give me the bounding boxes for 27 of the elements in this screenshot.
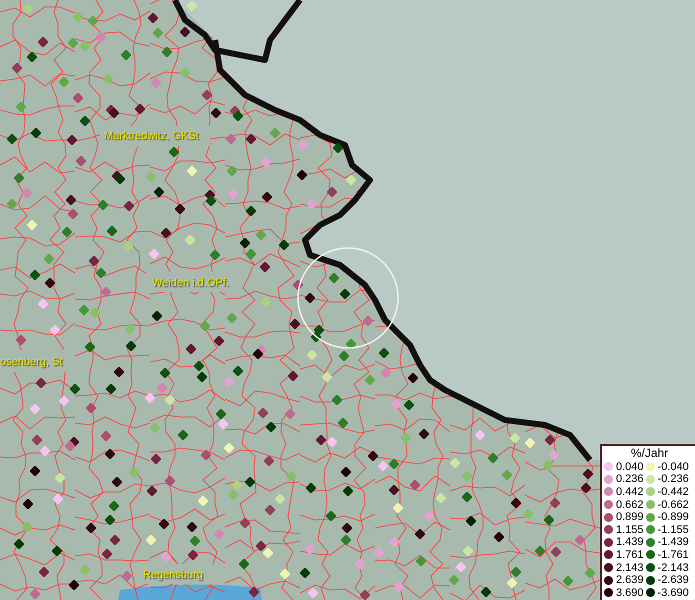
legend-value: 2.639: [616, 574, 644, 586]
legend-value: 0.662: [616, 498, 644, 511]
legend-value: -2.143: [658, 562, 689, 574]
legend-value: -1.155: [658, 524, 689, 536]
legend-value: 3.690: [616, 586, 644, 599]
legend-value: 2.143: [616, 562, 644, 574]
legend-value: 1.155: [616, 524, 644, 536]
legend-value: -0.236: [658, 473, 689, 486]
place-label: Regensburg: [143, 569, 203, 581]
place-label: osenberg, St: [0, 356, 62, 368]
place-label: Weiden i.d.OPf.: [152, 277, 229, 289]
legend-value: 0.899: [616, 511, 644, 524]
legend-value: -1.439: [658, 536, 689, 548]
legend-value: 0.442: [616, 486, 644, 498]
legend-title: %/Jahr: [630, 447, 670, 460]
place-label: Marktredwitz, GKSt: [104, 130, 199, 142]
legend-value: -0.442: [658, 486, 689, 498]
legend-value: -0.040: [658, 460, 689, 473]
legend-value: -0.662: [658, 498, 689, 511]
legend-value: -2.639: [658, 574, 689, 586]
legend-value: 1.439: [616, 536, 644, 548]
legend-value: 0.236: [616, 473, 644, 486]
legend-value: -0.899: [658, 511, 689, 524]
legend-value: 0.040: [616, 460, 644, 473]
legend-value: -3.690: [658, 586, 689, 599]
legend-value: 1.761: [616, 548, 644, 561]
legend-value: -1.761: [658, 548, 689, 561]
